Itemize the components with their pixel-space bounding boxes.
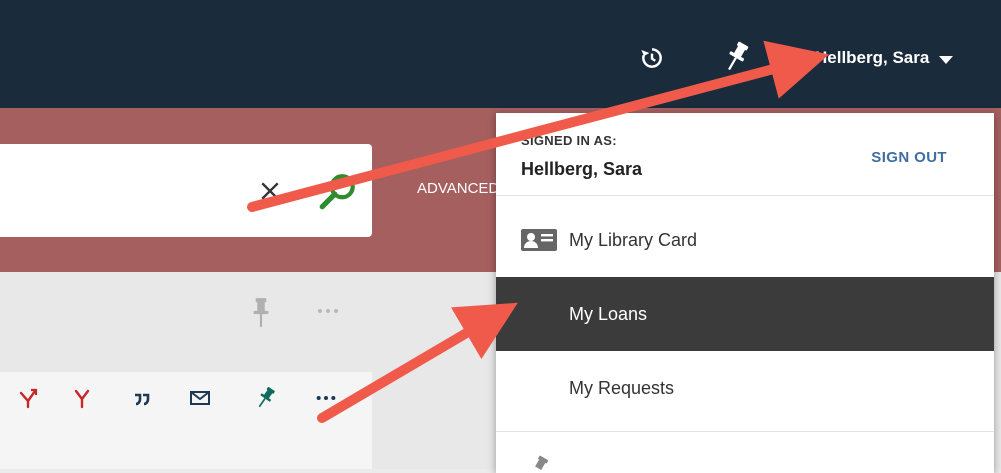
clear-search-button[interactable] xyxy=(254,175,286,207)
menu-item-my-requests[interactable]: My Requests xyxy=(496,351,994,425)
more-icon xyxy=(316,395,336,401)
record-more-button[interactable] xyxy=(312,382,340,414)
email-button[interactable] xyxy=(186,382,214,414)
sign-out-button[interactable]: SIGN OUT xyxy=(871,149,947,166)
pin-record-button[interactable] xyxy=(252,382,280,414)
email-icon xyxy=(190,391,210,405)
pin-icon xyxy=(253,298,269,327)
divider xyxy=(496,431,994,432)
citation-button[interactable] xyxy=(128,382,156,414)
history-icon xyxy=(641,48,662,68)
menu-item-library-card[interactable]: My Library Card xyxy=(496,203,994,277)
quote-icon xyxy=(135,393,150,406)
pin-icon xyxy=(535,455,549,470)
search-submit-button[interactable] xyxy=(316,170,360,214)
menu-item-my-loans[interactable]: My Loans xyxy=(496,277,994,351)
close-icon xyxy=(261,182,279,200)
favorites-button[interactable] xyxy=(720,38,754,76)
signed-in-label: SIGNED IN AS: xyxy=(521,133,617,148)
more-options-button[interactable] xyxy=(314,300,342,322)
user-name: Hellberg, Sara xyxy=(815,48,930,67)
pin-icon xyxy=(258,386,275,408)
user-dropdown-menu: SIGNED IN AS: Hellberg, Sara SIGN OUT My… xyxy=(496,113,994,473)
caret-down-icon xyxy=(939,55,954,64)
pin-query-button[interactable] xyxy=(249,296,273,330)
pin-icon xyxy=(728,41,749,71)
signed-in-name: Hellberg, Sara xyxy=(521,159,643,179)
library-card-icon xyxy=(520,228,560,252)
export-icon xyxy=(19,388,38,409)
export-button[interactable] xyxy=(14,382,42,414)
search-icon xyxy=(319,174,355,210)
search-history-button[interactable] xyxy=(634,40,670,76)
menu-item-label: My Library Card xyxy=(569,229,698,250)
more-icon xyxy=(318,309,338,313)
fork-icon xyxy=(74,389,90,409)
menu-item-label: My Loans xyxy=(569,303,648,324)
menu-item-label: My Requests xyxy=(569,377,675,398)
user-menu-toggle[interactable]: Hellberg, Sara xyxy=(815,46,954,70)
cite-fork-button[interactable] xyxy=(68,382,96,414)
signed-in-section: SIGNED IN AS: Hellberg, Sara SIGN OUT xyxy=(496,113,994,196)
